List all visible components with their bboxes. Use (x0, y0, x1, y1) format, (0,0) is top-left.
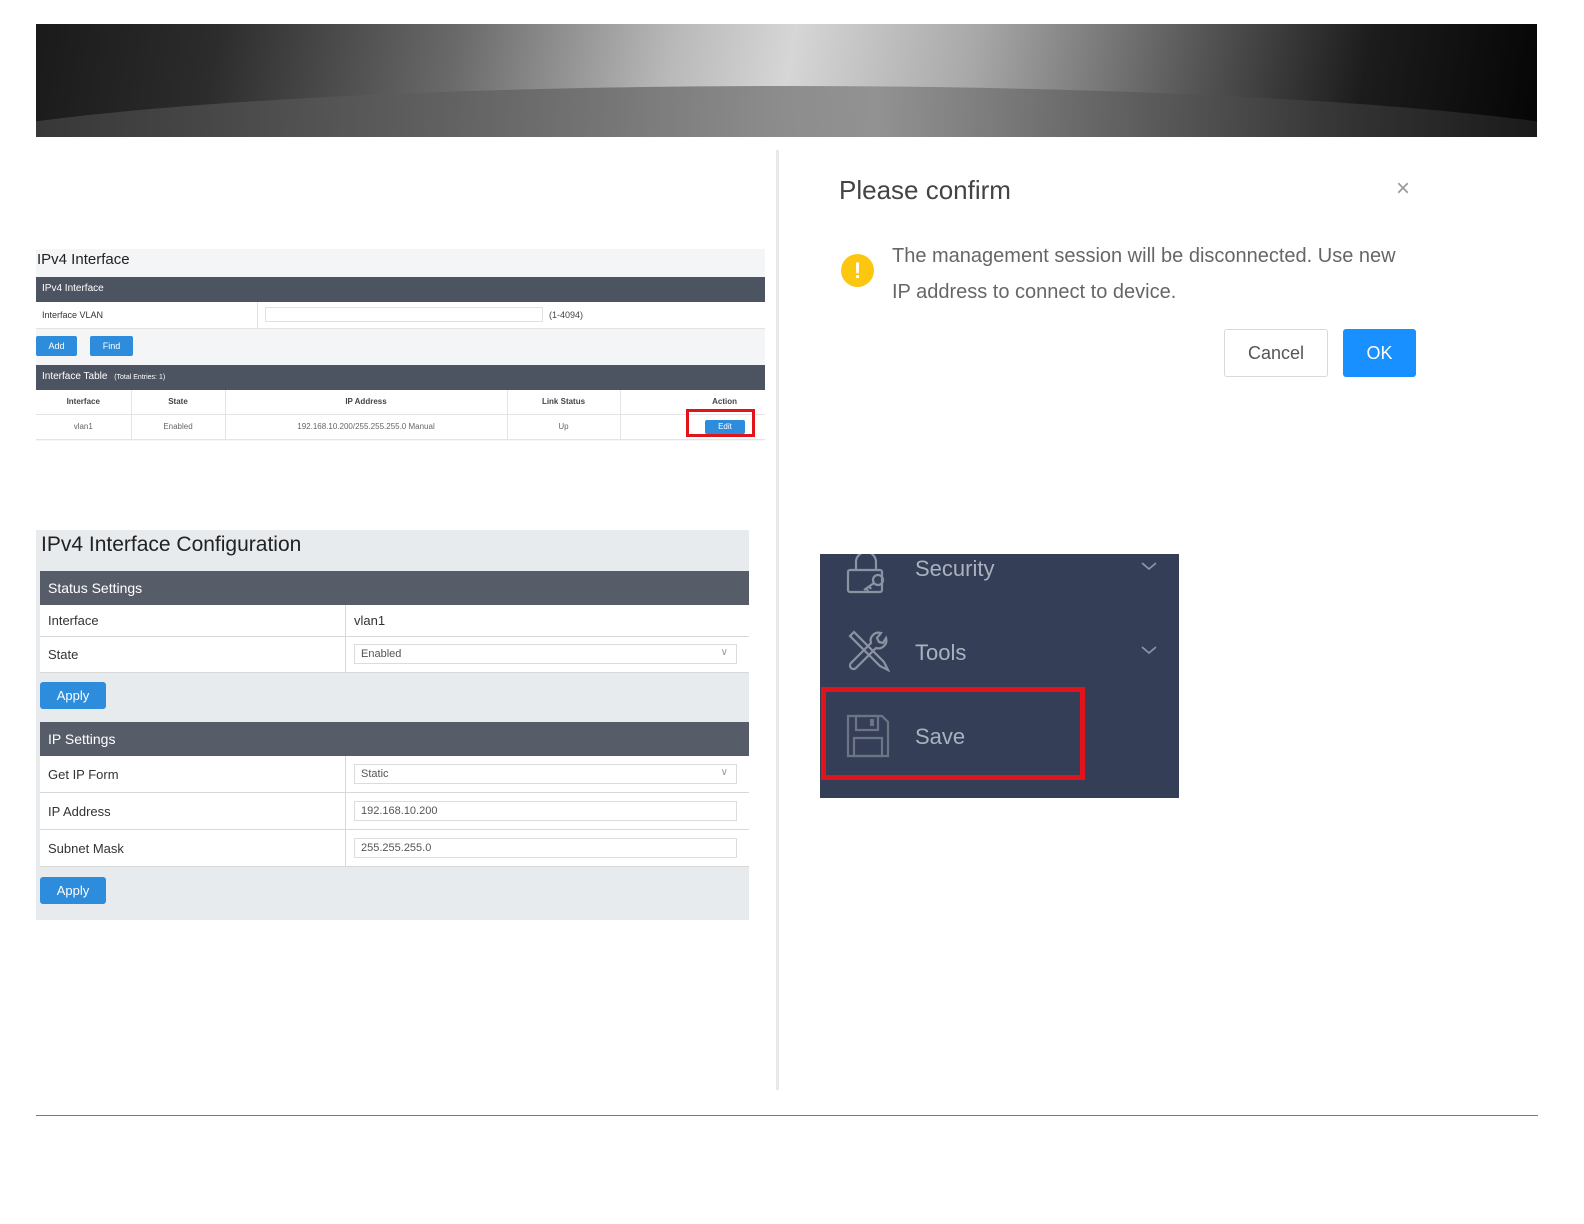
interface-label: Interface (48, 613, 99, 628)
interface-vlan-label: Interface VLAN (42, 310, 104, 320)
vertical-divider (776, 150, 779, 1090)
interface-table-title: Interface Table (42, 371, 108, 382)
apply-status-button[interactable]: Apply (40, 682, 106, 709)
divider (345, 756, 346, 792)
chevron-down-icon: ∨ (720, 647, 728, 658)
column-header: Interface (36, 390, 132, 415)
get-ip-label: Get IP Form (48, 767, 119, 782)
interface-vlan-row: Interface VLAN (1-4094) (36, 302, 765, 329)
add-button[interactable]: Add (36, 336, 77, 356)
edit-highlight-box (686, 409, 755, 437)
state-label: State (48, 647, 79, 662)
interface-vlan-input[interactable] (265, 307, 543, 322)
column-header: IP Address (225, 390, 508, 415)
sidebar-item-label: Tools (915, 640, 967, 665)
divider (345, 637, 346, 672)
warning-icon: ! (841, 254, 874, 287)
interface-table-header: Interface Table (Total Entries: 1) (36, 365, 765, 390)
cell-state: Enabled (131, 414, 226, 440)
cancel-button[interactable]: Cancel (1224, 329, 1328, 377)
divider (257, 302, 258, 329)
page-title: IPv4 Interface (37, 251, 130, 268)
divider (345, 830, 346, 866)
column-header: State (131, 390, 226, 415)
table-row: vlan1 Enabled 192.168.10.200/255.255.255… (36, 414, 765, 440)
state-select[interactable]: Enabled ∨ (354, 644, 737, 664)
ip-address-row: IP Address 192.168.10.200 (40, 793, 749, 830)
save-highlight-box (821, 687, 1085, 780)
subnet-mask-input[interactable]: 255.255.255.0 (354, 838, 737, 858)
ip-settings-header: IP Settings (40, 722, 749, 756)
lock-icon (846, 554, 885, 594)
chevron-down-icon (1141, 646, 1157, 655)
vlan-range-hint: (1-4094) (549, 310, 584, 320)
total-entries: (Total Entries: 1) (114, 374, 166, 381)
ip-address-input[interactable]: 192.168.10.200 (354, 801, 737, 821)
get-ip-select[interactable]: Static ∨ (354, 764, 737, 784)
interface-row: Interface vlan1 (40, 605, 749, 637)
apply-ip-button[interactable]: Apply (40, 877, 106, 904)
chevron-down-icon: ∨ (720, 767, 728, 778)
find-button[interactable]: Find (90, 336, 133, 356)
interface-table: Interface State IP Address Link Status A… (36, 390, 765, 440)
section-header: IPv4 Interface (36, 277, 765, 302)
cell-interface: vlan1 (36, 414, 132, 440)
ipv4-interface-panel: IPv4 Interface IPv4 Interface Interface … (36, 249, 765, 441)
divider (345, 605, 346, 636)
ok-button[interactable]: OK (1343, 329, 1416, 377)
status-settings-header: Status Settings (40, 571, 749, 605)
ip-address-label: IP Address (48, 804, 111, 819)
get-ip-row: Get IP Form Static ∨ (40, 756, 749, 793)
get-ip-select-value: Static (361, 768, 389, 780)
sidebar-item-label: Security (915, 556, 995, 581)
config-title: IPv4 Interface Configuration (41, 533, 302, 556)
close-icon[interactable]: × (1392, 176, 1414, 202)
divider (345, 793, 346, 829)
footer-divider (36, 1115, 1538, 1116)
dialog-title: Please confirm (839, 175, 1011, 205)
interface-value: vlan1 (354, 613, 386, 628)
tools-icon (848, 630, 891, 673)
column-header: Link Status (507, 390, 621, 415)
dialog-message: The management session will be disconnec… (892, 245, 1396, 303)
ipv4-config-panel: IPv4 Interface Configuration Status Sett… (36, 530, 749, 920)
state-row: State Enabled ∨ (40, 637, 749, 673)
state-select-value: Enabled (361, 648, 402, 660)
cell-link-status: Up (507, 414, 621, 440)
subnet-mask-label: Subnet Mask (48, 841, 124, 856)
header-banner (36, 24, 1537, 137)
cell-ip-address: 192.168.10.200/255.255.255.0 Manual (225, 414, 508, 440)
chevron-down-icon (1141, 562, 1157, 571)
subnet-mask-row: Subnet Mask 255.255.255.0 (40, 830, 749, 867)
